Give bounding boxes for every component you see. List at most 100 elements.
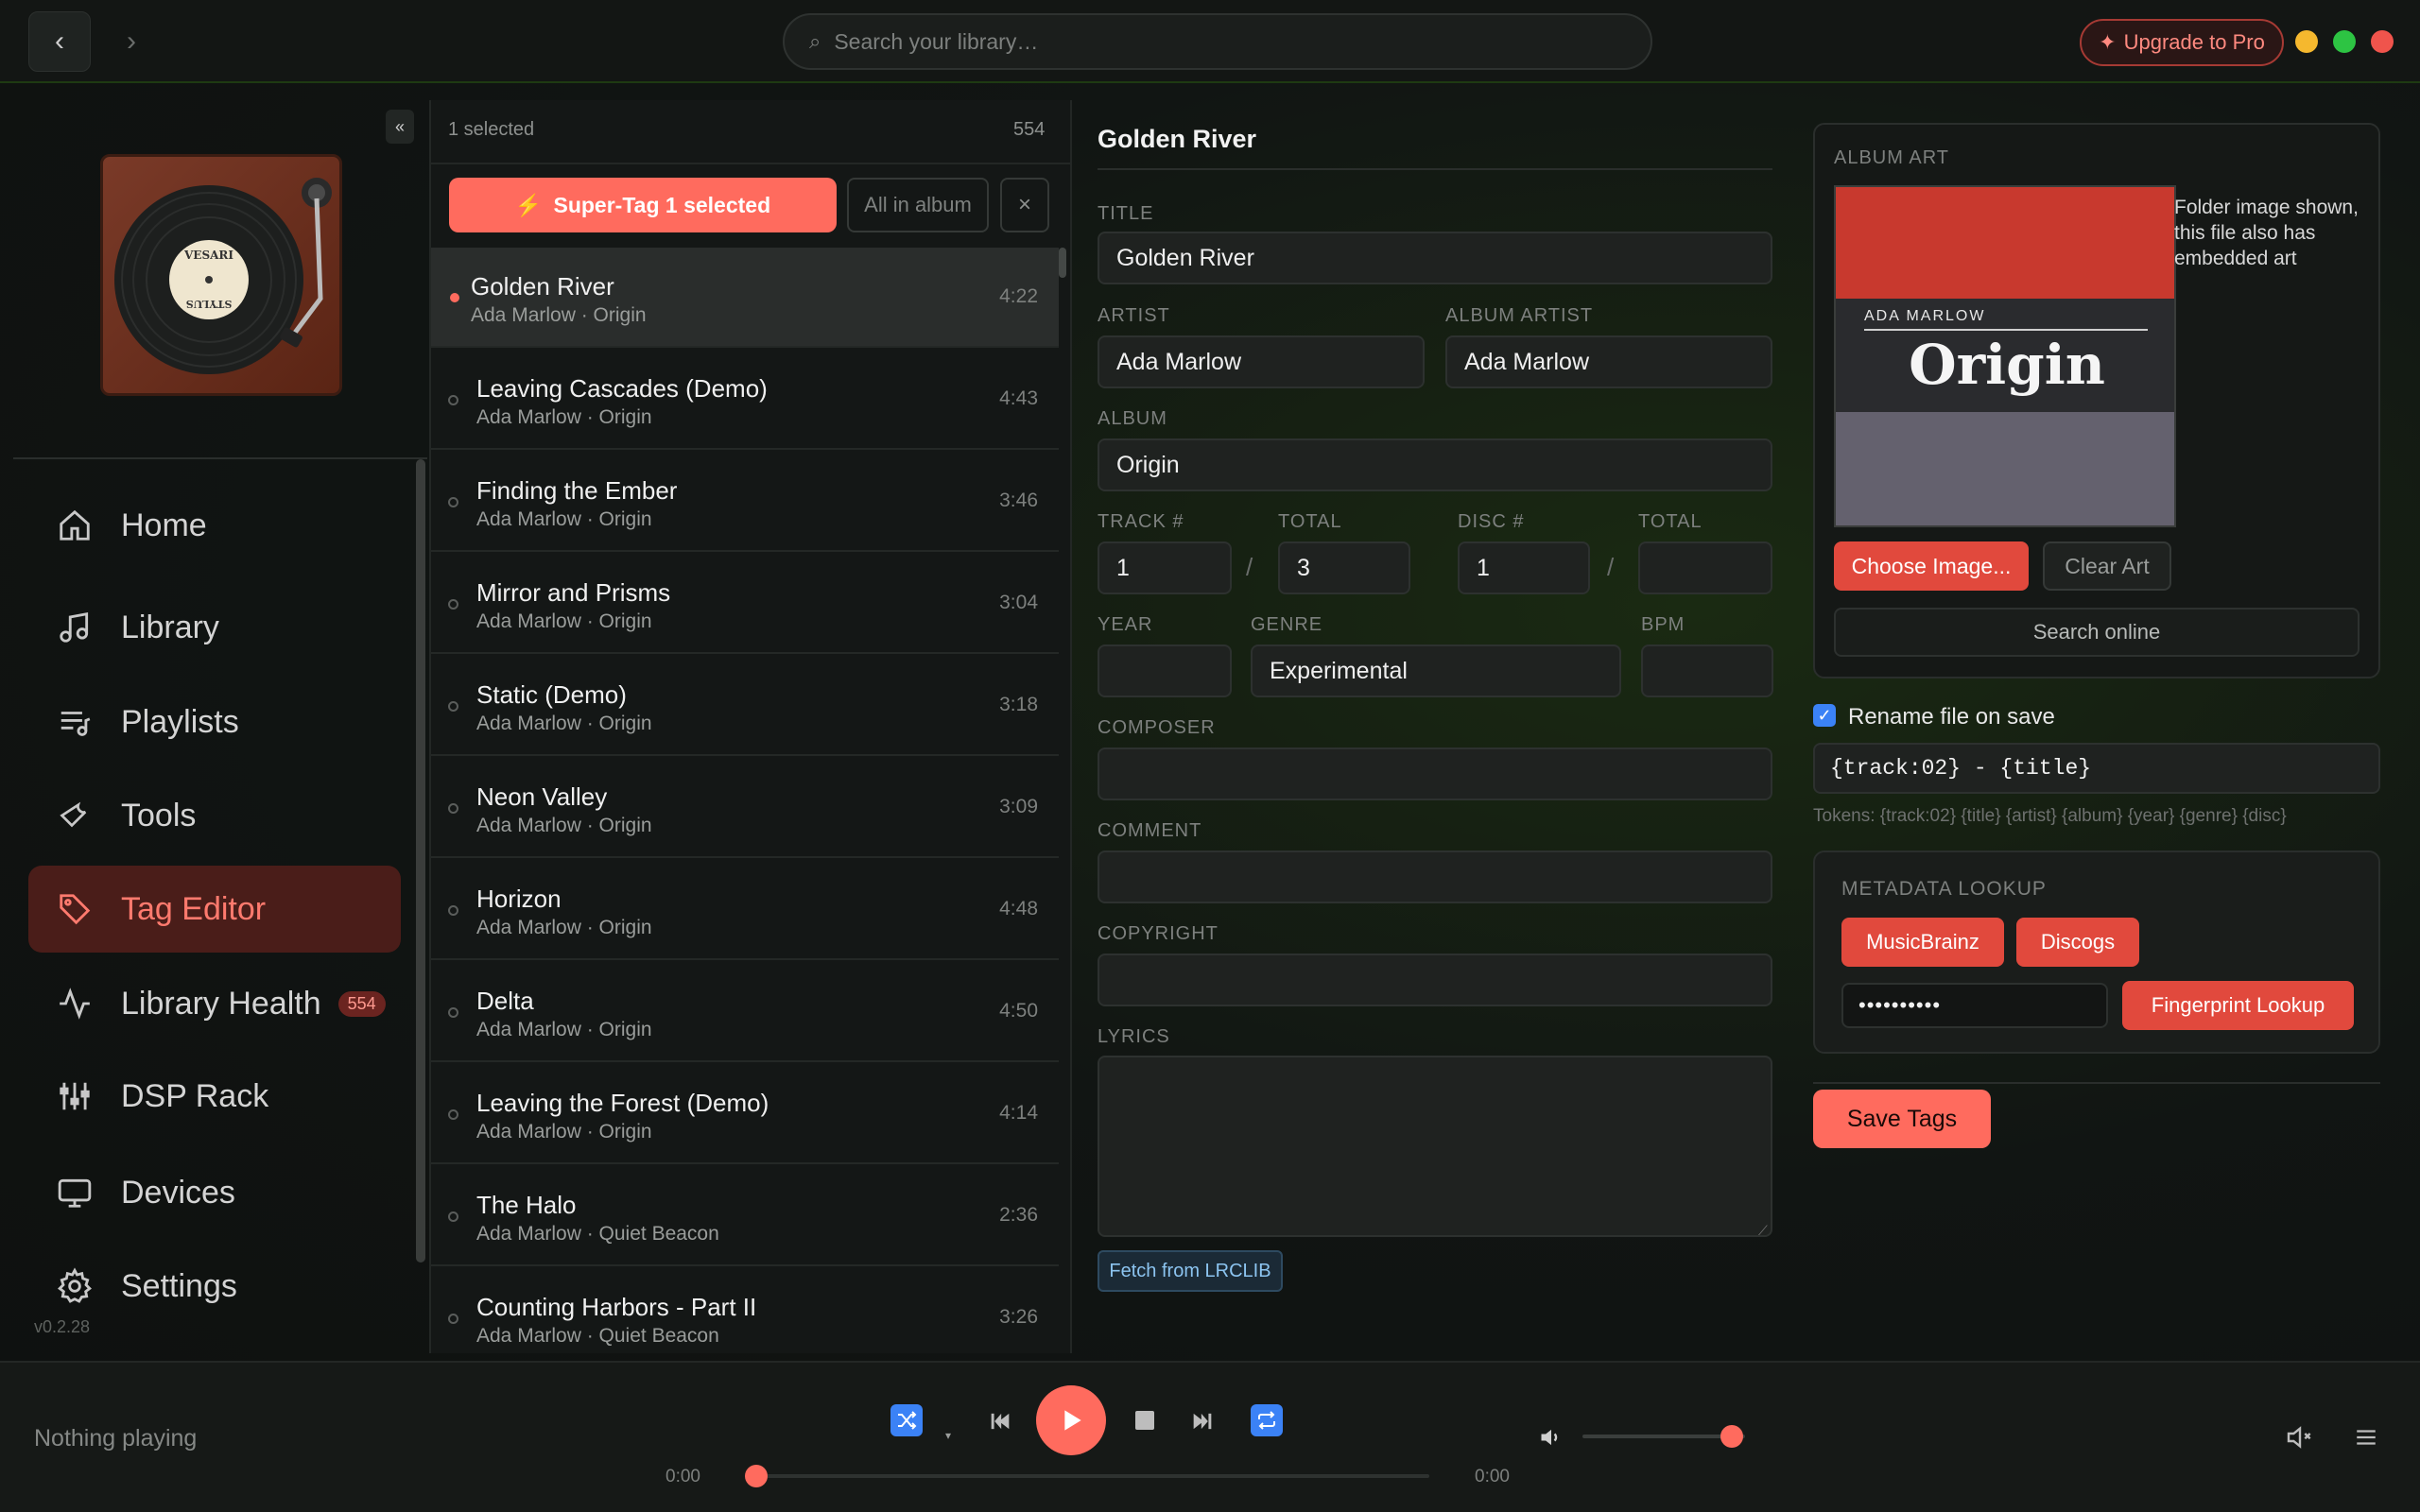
sidebar-item-tools[interactable]: Tools	[28, 772, 401, 859]
editor-heading-divider	[1098, 168, 1772, 170]
volume-button[interactable]	[1537, 1423, 1565, 1452]
track-duration: 4:22	[999, 285, 1038, 307]
year-field[interactable]	[1098, 644, 1232, 697]
seek-bar[interactable]	[756, 1474, 1429, 1478]
sidebar-item-library[interactable]: Library	[28, 584, 401, 671]
track-status-dot	[448, 701, 458, 712]
sidebar-item-home[interactable]: Home	[28, 482, 401, 569]
resize-handle-icon[interactable]: ⟋	[1758, 1223, 1768, 1239]
next-icon	[1193, 1413, 1212, 1430]
album-artist-field[interactable]: Ada Marlow	[1445, 335, 1772, 388]
play-button[interactable]	[1036, 1385, 1106, 1455]
repeat-icon	[1258, 1411, 1275, 1430]
track-status-dot	[448, 395, 458, 405]
genre-field[interactable]: Experimental	[1251, 644, 1621, 697]
close-window-button[interactable]	[2371, 30, 2394, 53]
track-row[interactable]: Finding the Ember Ada Marlow · Origin 3:46	[431, 452, 1059, 552]
playlist-icon	[55, 702, 95, 742]
selection-count: 1 selected	[448, 119, 535, 140]
minimize-window-button[interactable]	[2295, 30, 2318, 53]
maximize-window-button[interactable]	[2333, 30, 2356, 53]
api-key-field[interactable]: ••••••••••	[1841, 983, 2108, 1028]
artist-field[interactable]: Ada Marlow	[1098, 335, 1425, 388]
track-list-scrollbar[interactable]	[1059, 248, 1066, 278]
rename-pattern-field[interactable]: {track:02} - {title}	[1813, 743, 2380, 794]
all-in-album-button[interactable]: All in album	[847, 178, 989, 232]
collapse-icon: «	[394, 116, 405, 136]
title-label: TITLE	[1098, 203, 1154, 224]
clear-selection-button[interactable]: ×	[1000, 178, 1049, 232]
track-total-field[interactable]: 3	[1278, 541, 1410, 594]
elapsed-time: 0:00	[666, 1467, 700, 1486]
comment-field[interactable]	[1098, 850, 1772, 903]
shuffle-mode-caret-icon[interactable]: ▾	[945, 1429, 951, 1442]
checkmark-icon: ✓	[1817, 705, 1832, 725]
previous-button[interactable]	[983, 1404, 1017, 1438]
rename-checkbox[interactable]: ✓	[1813, 704, 1836, 727]
track-row[interactable]: Leaving Cascades (Demo) Ada Marlow · Orig…	[431, 350, 1059, 450]
audio-output-button[interactable]	[2284, 1421, 2316, 1453]
search-input[interactable]	[834, 28, 1610, 55]
back-chevron-icon: ‹	[55, 26, 64, 57]
fingerprint-lookup-button[interactable]: Fingerprint Lookup	[2122, 981, 2354, 1030]
forward-button[interactable]: ›	[100, 11, 163, 72]
total-track-count: 554	[1013, 119, 1046, 140]
composer-field[interactable]	[1098, 747, 1772, 800]
list-header-divider	[429, 163, 1072, 164]
super-tag-button[interactable]: ⚡ Super-Tag 1 selected	[449, 178, 837, 232]
track-subtitle: Ada Marlow · Quiet Beacon	[476, 1325, 719, 1347]
seek-handle[interactable]	[745, 1465, 768, 1487]
track-row[interactable]: The Halo Ada Marlow · Quiet Beacon 2:36	[431, 1166, 1059, 1266]
disc-number-field[interactable]: 1	[1458, 541, 1590, 594]
sidebar-item-dsp-rack[interactable]: DSP Rack	[28, 1053, 401, 1140]
sidebar-item-devices[interactable]: Devices	[28, 1149, 401, 1236]
turntable-logo: VESARI STYLUS	[100, 154, 342, 396]
track-number-field[interactable]: 1	[1098, 541, 1232, 594]
track-row[interactable]: Static (Demo) Ada Marlow · Origin 3:18	[431, 656, 1059, 756]
album-field[interactable]: Origin	[1098, 438, 1772, 491]
stop-button[interactable]	[1132, 1408, 1157, 1433]
disc-total-label: TOTAL	[1638, 511, 1703, 532]
shuffle-button[interactable]	[890, 1404, 923, 1436]
track-row[interactable]: Mirror and Prisms Ada Marlow · Origin 3:04	[431, 554, 1059, 654]
musicbrainz-button[interactable]: MusicBrainz	[1841, 918, 2004, 967]
choose-image-button[interactable]: Choose Image...	[1834, 541, 2029, 591]
bpm-field[interactable]	[1641, 644, 1773, 697]
discogs-button[interactable]: Discogs	[2016, 918, 2139, 967]
back-button[interactable]: ‹	[28, 11, 91, 72]
track-status-dot	[448, 905, 458, 916]
track-row[interactable]: Golden River Ada Marlow · Origin 4:22	[431, 248, 1059, 348]
sidebar-item-playlists[interactable]: Playlists	[28, 679, 401, 765]
upgrade-button[interactable]: ✦ Upgrade to Pro	[2080, 19, 2284, 66]
track-row[interactable]: Horizon Ada Marlow · Origin 4:48	[431, 860, 1059, 960]
track-duration: 4:14	[999, 1102, 1038, 1124]
fetch-lyrics-button[interactable]: Fetch from LRCLIB	[1098, 1250, 1283, 1292]
sidebar-item-library-health[interactable]: Library Health 554	[28, 960, 401, 1047]
library-search[interactable]: ⌕	[783, 13, 1652, 70]
save-tags-button[interactable]: Save Tags	[1813, 1090, 1991, 1148]
track-status-dot	[448, 599, 458, 610]
track-subtitle: Ada Marlow · Origin	[476, 610, 652, 632]
search-online-button[interactable]: Search online	[1834, 608, 2360, 657]
disc-total-field[interactable]	[1638, 541, 1772, 594]
title-field[interactable]: Golden River	[1098, 232, 1772, 284]
disc-number-label: DISC #	[1458, 511, 1525, 532]
sidebar-item-label: Library	[121, 609, 219, 645]
track-row[interactable]: Delta Ada Marlow · Origin 4:50	[431, 962, 1059, 1062]
lyrics-textarea[interactable]	[1098, 1056, 1772, 1237]
track-duration: 3:26	[999, 1306, 1038, 1328]
collapse-sidebar-button[interactable]: «	[386, 110, 414, 144]
sidebar-item-tag-editor[interactable]: Tag Editor	[28, 866, 401, 953]
track-subtitle: Ada Marlow · Origin	[476, 406, 652, 428]
track-row[interactable]: Counting Harbors - Part II Ada Marlow · Q…	[431, 1268, 1059, 1368]
track-row[interactable]: Leaving the Forest (Demo) Ada Marlow · Or…	[431, 1064, 1059, 1164]
clear-art-button[interactable]: Clear Art	[2043, 541, 2171, 591]
sidebar-scrollbar[interactable]	[416, 459, 425, 1263]
sidebar-item-label: Devices	[121, 1174, 235, 1211]
track-row[interactable]: Neon Valley Ada Marlow · Origin 3:09	[431, 758, 1059, 858]
next-button[interactable]	[1185, 1404, 1219, 1438]
repeat-button[interactable]	[1251, 1404, 1283, 1436]
queue-button[interactable]	[2352, 1423, 2380, 1452]
gear-icon	[55, 1266, 95, 1306]
copyright-field[interactable]	[1098, 954, 1772, 1006]
